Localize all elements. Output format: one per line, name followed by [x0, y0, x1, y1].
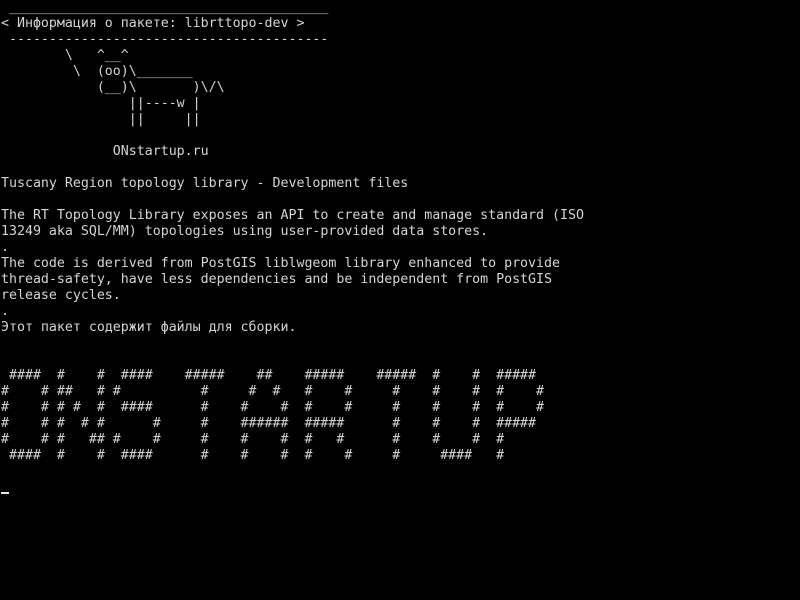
cow-art-line-1: \ ^__^ [1, 48, 129, 63]
cow-art-line-3: (__)\ )\/\ [1, 80, 225, 95]
description-line-1: The RT Topology Library exposes an API t… [1, 208, 584, 223]
site-name: ONstartup.ru [1, 144, 209, 159]
description-line-3: The code is derived from PostGIS liblwge… [1, 256, 560, 271]
cursor-underline [1, 492, 9, 494]
description-line-2: 13249 aka SQL/MM) topologies using user-… [1, 224, 489, 239]
description-line-4: thread-safety, have less dependencies an… [1, 272, 552, 287]
banner-art-line-4: # # # # # # # ###### ##### # # # ##### [1, 416, 537, 431]
text-cursor [1, 480, 800, 496]
banner-art-line-1: #### # # #### ##### ## ##### ##### # # #… [1, 368, 537, 383]
banner-art-line-6: #### # # #### # # # # # # #### # [1, 448, 505, 463]
speech-bubble-bottom: ---------------------------------------- [1, 32, 329, 47]
description-separator: . [1, 240, 9, 255]
cow-art-line-2: \ (oo)\_______ [1, 64, 193, 79]
speech-bubble-top: ________________________________________ [1, 0, 329, 15]
cow-art-line-5: || || [1, 112, 201, 127]
description-line-6: Этот пакет содержит файлы для сборки. [1, 320, 297, 335]
banner-art-line-5: # # # ## # # # # # # # # # # # [1, 432, 505, 447]
description-line-5: release cycles. [1, 288, 121, 303]
terminal-window[interactable]: ________________________________________… [0, 0, 800, 600]
description-separator: . [1, 304, 9, 319]
banner-art-line-2: # # ## # # # # # # # # # # # # [1, 384, 545, 399]
banner-art-line-3: # # # # # #### # # # # # # # # # # [1, 400, 545, 415]
cow-art-line-4: ||----w | [1, 96, 201, 111]
speech-bubble-text: < Информация о пакете: librttopo-dev > [1, 16, 305, 31]
package-summary: Tuscany Region topology library - Develo… [1, 176, 409, 191]
